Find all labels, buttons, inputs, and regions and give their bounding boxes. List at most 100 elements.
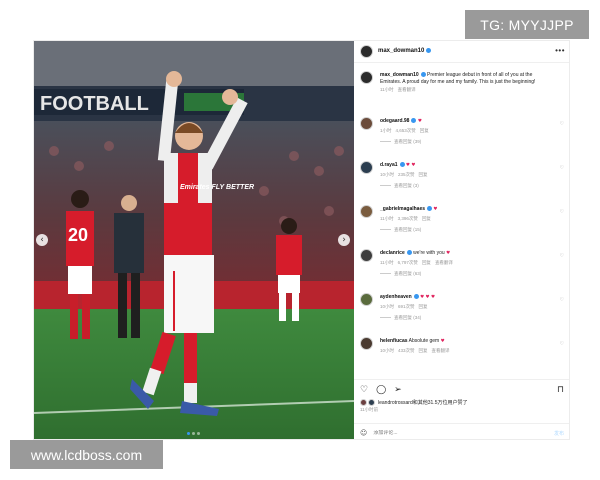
heart-emoji: ♥: [433, 207, 438, 212]
comment-likes: 235次赞: [398, 171, 415, 177]
carousel-dot: [187, 432, 190, 435]
carousel-indicator: [187, 432, 200, 435]
comment-meta: 1小时 4,653次赞 回复: [380, 128, 552, 135]
emoji-icon[interactable]: ☺: [360, 429, 367, 437]
bookmark-icon[interactable]: ⊓: [557, 385, 564, 395]
board-text: FOOTBALL: [40, 93, 149, 115]
comment-username[interactable]: d.raya1: [380, 162, 398, 168]
comment-body: aydenheaven ♥ ♥ ♥ 10小时 691次赞 回复 查看回复 (34): [380, 294, 552, 322]
verified-icon: [399, 162, 405, 168]
comment-likes: 433次赞: [398, 347, 415, 353]
view-replies-button[interactable]: 查看回复 (63): [380, 271, 552, 278]
caption-time: 11小时: [380, 87, 394, 92]
comment-likes: 6,797次赞: [397, 259, 418, 265]
view-replies-button[interactable]: 查看回复 (15): [380, 227, 552, 234]
more-horizontal-icon[interactable]: •••: [555, 46, 565, 55]
comment-time: 11小时: [380, 215, 394, 221]
comment-avatar[interactable]: [360, 205, 373, 218]
instagram-post: FOOTBALL 20 Emirates FLY BETTER ‹ › max_…: [33, 40, 570, 440]
reply-button[interactable]: 回复: [419, 304, 428, 309]
comment-text: Absolute gem: [408, 338, 441, 344]
comment-avatar[interactable]: [360, 117, 373, 130]
liker-avatar: [368, 399, 375, 406]
reply-button[interactable]: 回复: [419, 172, 428, 177]
page: FOOTBALL 20 Emirates FLY BETTER ‹ › max_…: [0, 0, 600, 480]
comment-username[interactable]: declanrice: [380, 250, 405, 256]
comment-avatar[interactable]: [360, 293, 373, 306]
comment-time: 11小时: [380, 259, 394, 265]
comment-time: 10小时: [380, 171, 395, 177]
comment-meta: 11小时 3,396次赞 回复: [380, 216, 552, 223]
photo-illustration: FOOTBALL 20 Emirates FLY BETTER: [34, 41, 354, 439]
comment-avatar[interactable]: [360, 161, 373, 174]
view-replies-button[interactable]: 查看回复 (39): [380, 139, 552, 146]
author-avatar[interactable]: [360, 45, 373, 58]
next-image-button[interactable]: ›: [338, 234, 350, 246]
post-photo[interactable]: FOOTBALL 20 Emirates FLY BETTER ‹ ›: [34, 41, 354, 439]
comment-meta: 11小时 6,797次赞 回复 查看翻译: [380, 260, 552, 267]
comment-username[interactable]: aydenheaven: [380, 294, 412, 300]
carousel-dot: [192, 432, 195, 435]
like-comment-heart-icon[interactable]: ♡: [560, 209, 564, 215]
comment-username[interactable]: _gabrielmagalhaes: [380, 206, 425, 212]
action-icons: ♡ ◯ ➢: [360, 385, 402, 395]
author-username-text[interactable]: max_dowman10: [378, 49, 424, 55]
view-replies-button[interactable]: 查看回复 (3): [380, 183, 552, 190]
verified-icon: [406, 250, 412, 256]
comment-icon[interactable]: ◯: [376, 385, 386, 395]
comment-body: odegaard.98 ♥ 1小时 4,653次赞 回复 查看回复 (39): [380, 118, 552, 146]
like-comment-heart-icon[interactable]: ♡: [560, 121, 564, 127]
comment-meta: 10小时 691次赞 回复: [380, 304, 552, 311]
reply-button[interactable]: 回复: [422, 260, 431, 265]
comment-meta: 10小时 433次赞 回复 查看翻译: [380, 348, 552, 355]
post-time: 11小时前: [360, 407, 379, 412]
watermark-bottom: www.lcdboss.com: [10, 440, 163, 469]
like-comment-heart-icon[interactable]: ♡: [560, 253, 564, 259]
reply-button[interactable]: 回复: [419, 348, 428, 353]
watermark-top: TG: MYYJJPP: [465, 10, 589, 39]
likes-text[interactable]: leandrotrossard和其他31.5万位用户赞了: [378, 399, 467, 406]
comment-body: helenfiucas Absolute gem ♥ 10小时 433次赞 回复 查看…: [380, 338, 552, 354]
liker-avatar: [360, 399, 367, 406]
reply-button[interactable]: 回复: [420, 128, 429, 133]
author-username[interactable]: max_dowman10: [378, 48, 432, 55]
translate-link[interactable]: 查看翻译: [435, 260, 453, 265]
comment-username[interactable]: odegaard.98: [380, 118, 409, 124]
comment-avatar[interactable]: [360, 337, 373, 350]
carousel-dot: [197, 432, 200, 435]
comment-likes: 691次赞: [398, 303, 415, 309]
comment-body: d.raya1 ♥ ♥ 10小时 235次赞 回复 查看回复 (3): [380, 162, 552, 190]
caption-avatar[interactable]: [360, 71, 373, 84]
heart-icon[interactable]: ♡: [360, 385, 368, 395]
verified-icon: [413, 294, 419, 300]
previous-image-button[interactable]: ‹: [36, 234, 48, 246]
heart-emoji: ♥: [446, 251, 451, 256]
post-header: max_dowman10 •••: [354, 41, 569, 63]
like-comment-heart-icon[interactable]: ♡: [560, 341, 564, 347]
comment-username[interactable]: helenfiucas: [380, 338, 408, 344]
comment-body: _gabrielmagalhaes ♥ 11小时 3,396次赞 回复 查看回复 (…: [380, 206, 552, 234]
heart-emoji: ♥: [440, 339, 445, 344]
jersey-text: Emirates FLY BETTER: [180, 184, 254, 191]
caption-username[interactable]: max_dowman10: [380, 72, 419, 78]
post-comment-button[interactable]: 发布: [554, 430, 564, 437]
post-actions: ♡ ◯ ➢ ⊓ leandrotrossard和其他31.5万位用户赞了 11小…: [354, 379, 569, 439]
send-icon[interactable]: ➢: [394, 385, 402, 395]
comment-time: 10小时: [380, 303, 395, 309]
likes-summary[interactable]: leandrotrossard和其他31.5万位用户赞了: [360, 399, 467, 406]
comment-time: 1小时: [380, 127, 392, 133]
like-comment-heart-icon[interactable]: ♡: [560, 297, 564, 303]
translate-link[interactable]: 查看翻译: [432, 348, 450, 353]
view-replies-button[interactable]: 查看回复 (34): [380, 315, 552, 322]
reply-button[interactable]: 回复: [422, 216, 431, 221]
comment-text: we're with you: [413, 250, 447, 256]
translate-link[interactable]: 查看翻译: [398, 87, 416, 92]
like-comment-heart-icon[interactable]: ♡: [560, 165, 564, 171]
comment-input[interactable]: [373, 430, 524, 436]
comment-likes: 3,396次赞: [397, 215, 418, 221]
verified-icon: [426, 48, 432, 54]
comment-avatar[interactable]: [360, 249, 373, 262]
caption-body: max_dowman10 Premier league debut in fro…: [380, 72, 552, 94]
heart-emoji: ♥ ♥ ♥: [420, 295, 436, 300]
player-number: 20: [68, 225, 88, 245]
